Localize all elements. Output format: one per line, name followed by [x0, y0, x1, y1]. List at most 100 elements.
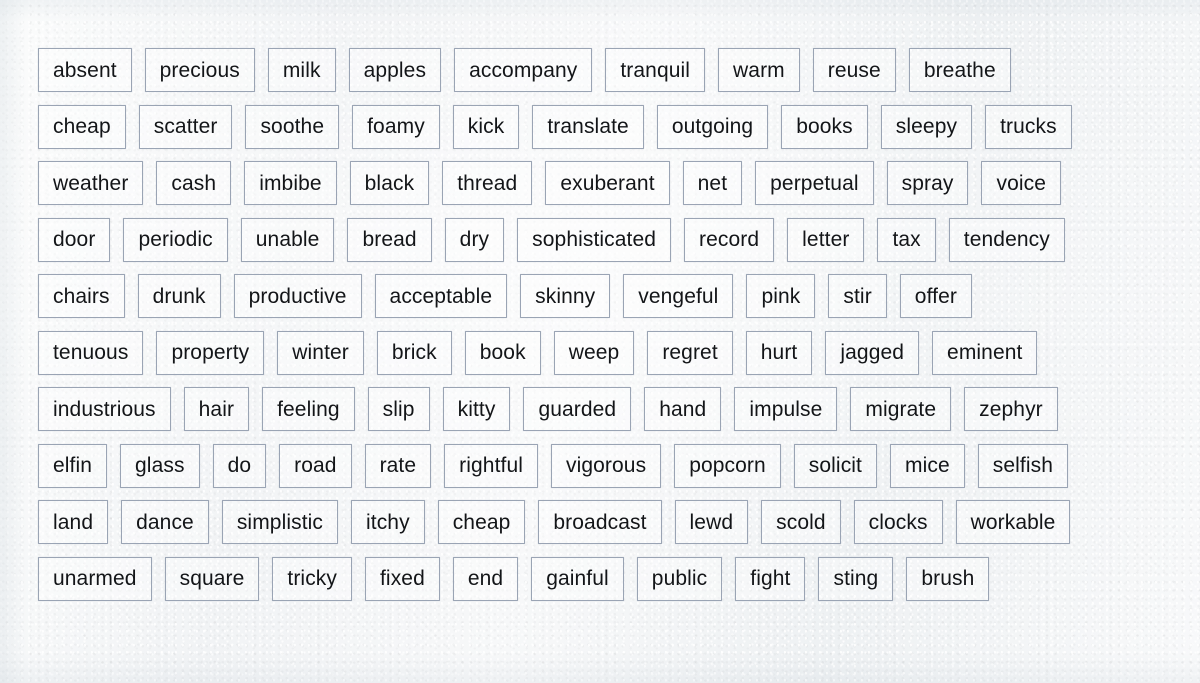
word-row: door periodic unable bread dry sophisticated r…	[38, 217, 1164, 262]
word-box[interactable]: skinny	[520, 274, 611, 318]
word-box[interactable]: thread	[442, 161, 533, 205]
word-box[interactable]: hand	[644, 387, 722, 431]
word-box[interactable]: black	[349, 161, 430, 205]
word-box[interactable]: end	[452, 556, 519, 601]
word-box[interactable]: productive	[233, 274, 362, 318]
word-box[interactable]: slip	[367, 387, 430, 431]
word-box[interactable]: kitty	[442, 387, 511, 431]
word-box[interactable]: warm	[718, 48, 800, 92]
word-box[interactable]: selfish	[977, 443, 1068, 488]
word-box[interactable]: cash	[156, 161, 232, 205]
word-box[interactable]: acceptable	[374, 274, 508, 318]
word-box[interactable]: scatter	[138, 104, 233, 149]
word-box[interactable]: zephyr	[964, 387, 1058, 431]
word-box[interactable]: unable	[240, 217, 335, 262]
word-box[interactable]: broadcast	[538, 500, 662, 544]
word-box[interactable]: do	[212, 443, 267, 488]
word-box[interactable]: sting	[818, 556, 894, 601]
word-box[interactable]: tendency	[948, 217, 1065, 262]
word-box[interactable]: fixed	[365, 556, 440, 601]
word-box[interactable]: outgoing	[656, 104, 769, 149]
word-box[interactable]: bread	[347, 217, 432, 262]
word-box[interactable]: feeling	[262, 387, 355, 431]
word-box[interactable]: cheap	[437, 500, 526, 544]
word-box[interactable]: impulse	[734, 387, 838, 431]
word-box[interactable]: migrate	[850, 387, 952, 431]
word-box[interactable]: reuse	[812, 48, 896, 92]
word-box[interactable]: gainful	[531, 556, 624, 601]
word-box[interactable]: trucks	[985, 104, 1072, 149]
word-box[interactable]: unarmed	[38, 556, 152, 601]
word-box[interactable]: precious	[144, 48, 255, 92]
word-box[interactable]: translate	[532, 104, 644, 149]
word-box[interactable]: lewd	[674, 500, 749, 544]
word-box[interactable]: tax	[877, 217, 936, 262]
word-box[interactable]: weep	[553, 330, 635, 375]
word-box[interactable]: record	[684, 217, 775, 262]
word-box[interactable]: industrious	[38, 387, 171, 431]
word-box[interactable]: imbibe	[244, 161, 337, 205]
word-box[interactable]: rate	[364, 443, 432, 488]
word-box[interactable]: spray	[886, 161, 969, 205]
word-box[interactable]: foamy	[352, 104, 440, 149]
word-box[interactable]: mice	[890, 443, 965, 488]
word-box[interactable]: tenuous	[38, 330, 144, 375]
word-box[interactable]: hair	[183, 387, 250, 431]
word-box[interactable]: regret	[647, 330, 733, 375]
word-box[interactable]: voice	[981, 161, 1062, 205]
word-box[interactable]: clocks	[853, 500, 943, 544]
word-box[interactable]: soothe	[245, 104, 340, 149]
word-box[interactable]: exuberant	[545, 161, 670, 205]
word-box[interactable]: vengeful	[623, 274, 734, 318]
word-box[interactable]: itchy	[351, 500, 425, 544]
word-box[interactable]: tricky	[272, 556, 352, 601]
word-box[interactable]: letter	[787, 217, 865, 262]
word-box[interactable]: dance	[121, 500, 209, 544]
word-box[interactable]: brick	[376, 330, 452, 375]
word-box[interactable]: vigorous	[551, 443, 662, 488]
word-box[interactable]: winter	[277, 330, 364, 375]
word-box[interactable]: apples	[348, 48, 442, 92]
word-box[interactable]: elfin	[38, 443, 108, 488]
word-box[interactable]: offer	[899, 274, 972, 318]
word-box[interactable]: stir	[828, 274, 887, 318]
word-box[interactable]: sophisticated	[517, 217, 672, 262]
word-box[interactable]: pink	[746, 274, 816, 318]
word-box[interactable]: sleepy	[880, 104, 973, 149]
word-box[interactable]: absent	[38, 48, 132, 92]
word-box[interactable]: eminent	[932, 330, 1038, 375]
word-box[interactable]: guarded	[523, 387, 632, 431]
word-box[interactable]: weather	[38, 161, 144, 205]
word-box[interactable]: hurt	[745, 330, 813, 375]
word-box[interactable]: accompany	[454, 48, 593, 92]
word-box[interactable]: glass	[120, 443, 200, 488]
word-box[interactable]: solicit	[793, 443, 877, 488]
word-box[interactable]: rightful	[444, 443, 538, 488]
word-box[interactable]: workable	[955, 500, 1071, 544]
word-box[interactable]: kick	[452, 104, 520, 149]
word-box[interactable]: books	[781, 104, 868, 149]
word-box[interactable]: net	[682, 161, 743, 205]
word-box[interactable]: fight	[735, 556, 806, 601]
word-box[interactable]: jagged	[825, 330, 920, 375]
word-box[interactable]: land	[38, 500, 109, 544]
word-box[interactable]: chairs	[38, 274, 125, 318]
word-box[interactable]: periodic	[123, 217, 228, 262]
word-box[interactable]: scold	[761, 500, 841, 544]
word-box[interactable]: perpetual	[755, 161, 874, 205]
word-box[interactable]: tranquil	[605, 48, 706, 92]
word-box[interactable]: public	[636, 556, 723, 601]
word-box[interactable]: brush	[906, 556, 990, 601]
word-box[interactable]: popcorn	[674, 443, 781, 488]
word-box[interactable]: door	[38, 217, 111, 262]
word-box[interactable]: dry	[444, 217, 505, 262]
word-box[interactable]: cheap	[38, 104, 126, 149]
word-box[interactable]: road	[279, 443, 352, 488]
word-box[interactable]: drunk	[137, 274, 221, 318]
word-box[interactable]: breathe	[908, 48, 1011, 92]
word-box[interactable]: milk	[267, 48, 336, 92]
word-box[interactable]: property	[156, 330, 265, 375]
word-box[interactable]: square	[164, 556, 260, 601]
word-box[interactable]: book	[464, 330, 541, 375]
word-box[interactable]: simplistic	[221, 500, 338, 544]
